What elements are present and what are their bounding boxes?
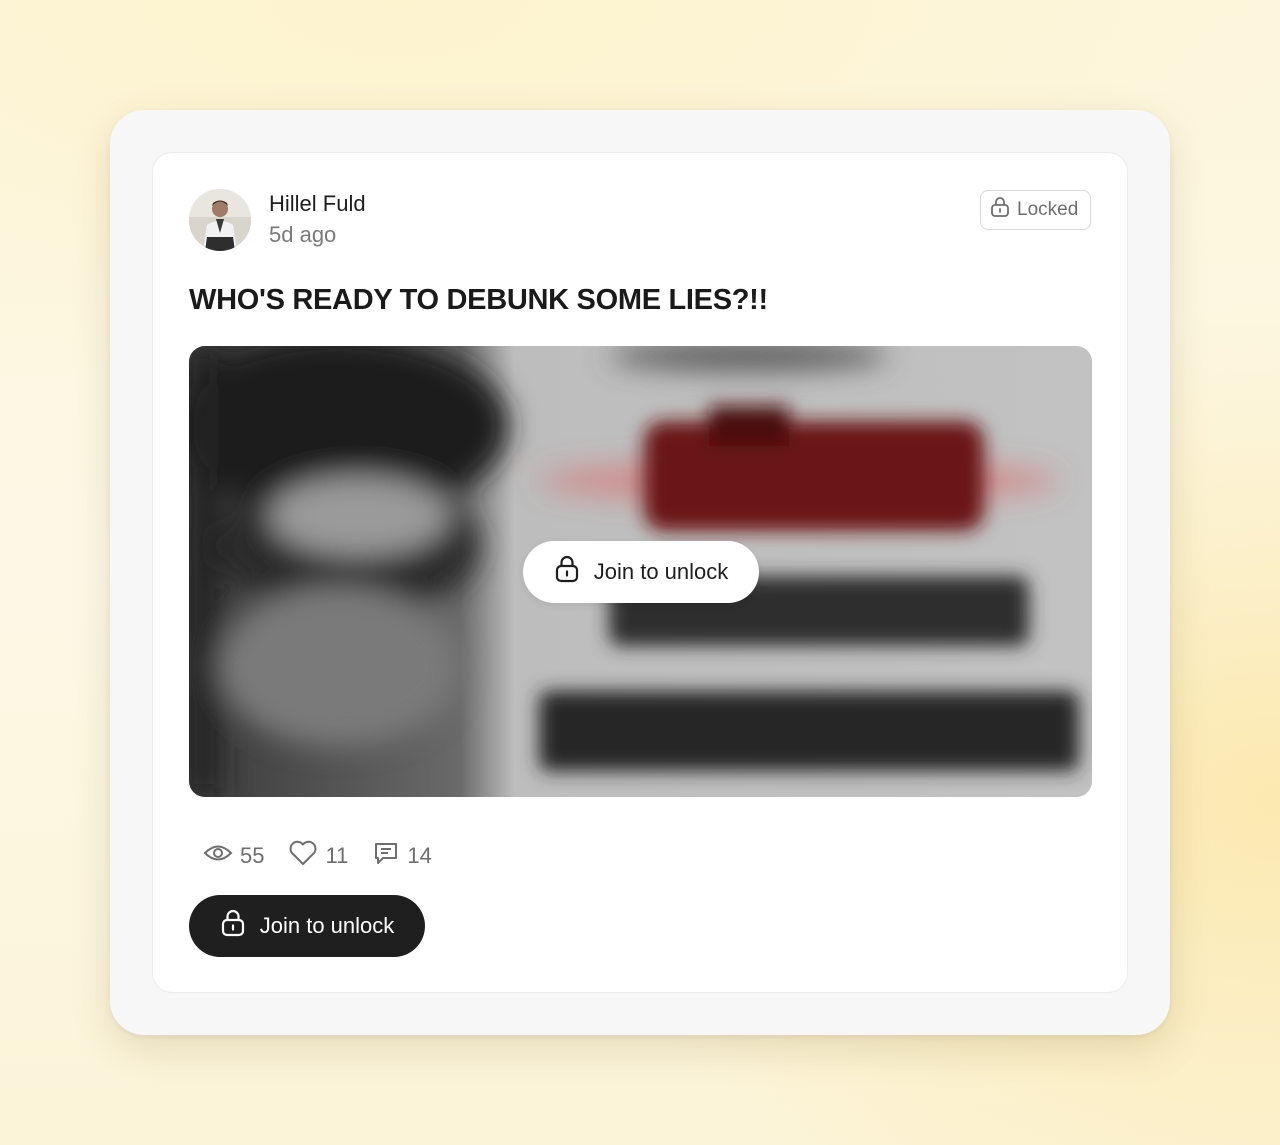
locked-badge-label: Locked	[1017, 199, 1079, 220]
comments-stat[interactable]: 14	[372, 839, 432, 873]
lock-icon	[554, 555, 580, 589]
post-card: Hillel Fuld 5d ago Locked WHO'S READY TO…	[152, 152, 1128, 993]
comments-count: 14	[407, 843, 432, 868]
likes-stat[interactable]: 11	[288, 840, 348, 872]
locked-media-preview[interactable]: Join to unlock	[189, 346, 1092, 797]
eye-icon	[203, 842, 233, 870]
author-avatar[interactable]	[189, 189, 251, 251]
media-unlock-button[interactable]: Join to unlock	[523, 541, 759, 603]
locked-badge: Locked	[980, 190, 1091, 230]
post-card-frame: Hillel Fuld 5d ago Locked WHO'S READY TO…	[110, 110, 1170, 1035]
views-stat: 55	[203, 842, 264, 870]
heart-icon[interactable]	[288, 840, 318, 872]
join-to-unlock-button[interactable]: Join to unlock	[189, 895, 425, 957]
lock-icon	[220, 909, 246, 943]
join-button-label: Join to unlock	[259, 913, 395, 938]
post-timestamp: 5d ago	[269, 222, 337, 247]
views-count: 55	[240, 843, 265, 868]
lock-icon	[990, 196, 1010, 224]
media-unlock-label: Join to unlock	[593, 559, 729, 584]
post-stats: 55 11 14	[203, 839, 432, 873]
post-title: WHO'S READY TO DEBUNK SOME LIES?!!	[189, 284, 768, 316]
comment-icon[interactable]	[372, 839, 400, 873]
likes-count: 11	[325, 843, 349, 868]
author-name[interactable]: Hillel Fuld	[269, 191, 366, 217]
